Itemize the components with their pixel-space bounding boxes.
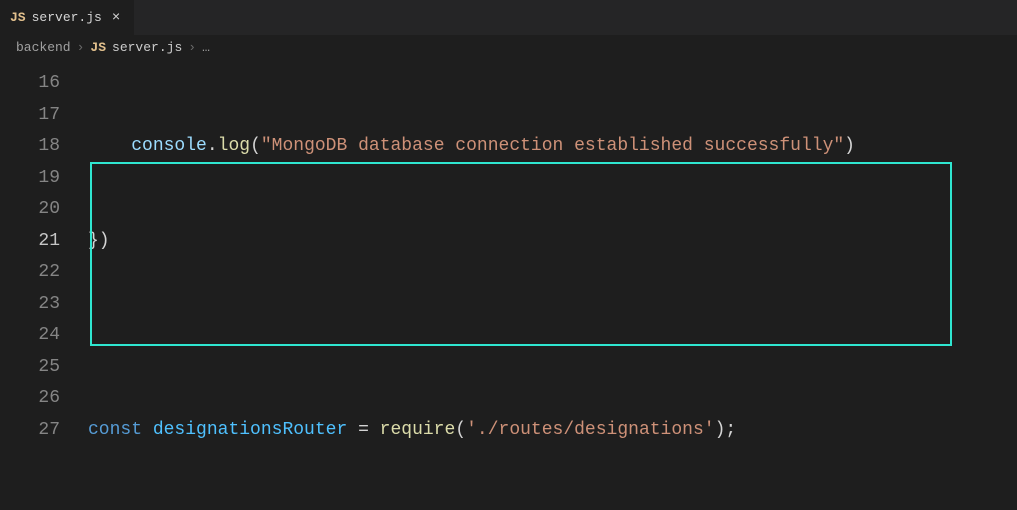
breadcrumb-ellipsis[interactable]: … (202, 40, 210, 55)
code-line[interactable]: }) (88, 226, 1017, 258)
line-number: 23 (0, 289, 60, 321)
chevron-right-icon: › (188, 40, 196, 55)
code-line[interactable]: const designationsRouter = require('./ro… (88, 415, 1017, 447)
line-number: 22 (0, 257, 60, 289)
code-content[interactable]: console.log("MongoDB database connection… (88, 60, 1017, 510)
code-editor[interactable]: 16 17 18 19 20 21 22 23 24 25 26 27 cons… (0, 60, 1017, 510)
line-number: 25 (0, 352, 60, 384)
line-number: 20 (0, 194, 60, 226)
tab-bar: JS server.js × (0, 0, 1017, 35)
line-number: 26 (0, 383, 60, 415)
code-line[interactable]: console.log("MongoDB database connection… (88, 131, 1017, 163)
breadcrumb[interactable]: backend › JS server.js › … (0, 35, 1017, 60)
line-number: 19 (0, 163, 60, 195)
breadcrumb-file[interactable]: server.js (112, 40, 182, 55)
line-number: 21 (0, 226, 60, 258)
code-line[interactable] (88, 320, 1017, 352)
js-file-icon: JS (10, 10, 26, 25)
line-number: 27 (0, 415, 60, 447)
line-number: 16 (0, 68, 60, 100)
line-number-gutter: 16 17 18 19 20 21 22 23 24 25 26 27 (0, 60, 88, 510)
line-number: 17 (0, 100, 60, 132)
tab-server-js[interactable]: JS server.js × (0, 0, 134, 35)
tab-filename: server.js (32, 10, 102, 25)
breadcrumb-folder[interactable]: backend (16, 40, 71, 55)
line-number: 24 (0, 320, 60, 352)
js-file-icon: JS (90, 40, 106, 55)
line-number: 18 (0, 131, 60, 163)
chevron-right-icon: › (77, 40, 85, 55)
close-icon[interactable]: × (108, 10, 124, 26)
